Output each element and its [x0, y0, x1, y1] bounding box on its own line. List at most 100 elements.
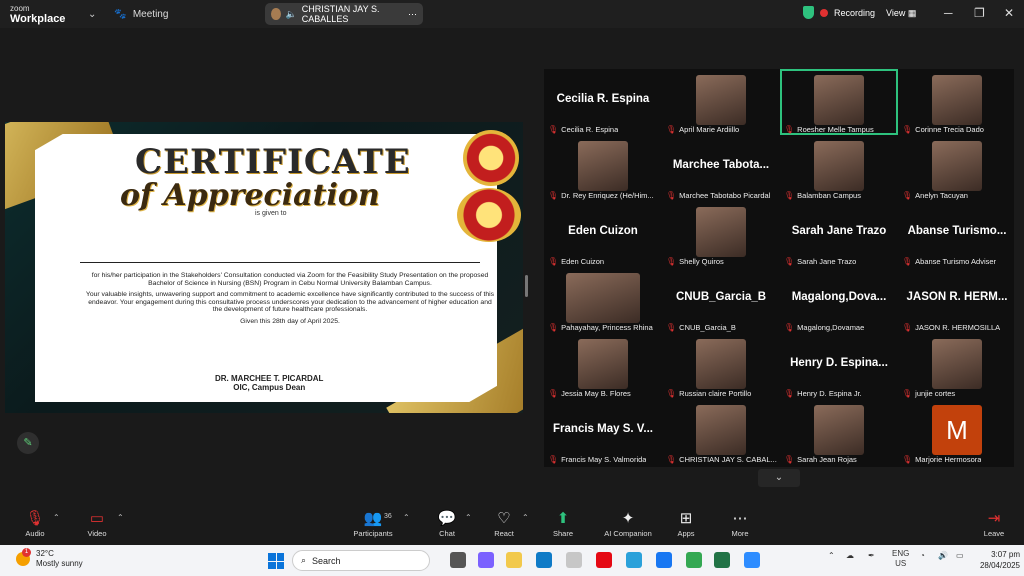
participant-tile[interactable]: 🎙 Dr. Rey Enriquez (He/Him... [544, 135, 662, 201]
participant-tile[interactable]: 🎙 Corinne Trecia Dado [898, 69, 1016, 135]
participant-tile[interactable]: Henry D. Espina... 🎙 Henry D. Espina Jr. [780, 333, 898, 399]
participant-name-label: 🎙 CNUB_Garcia_B [666, 323, 736, 332]
participant-video [578, 141, 628, 191]
participant-name: Jessia May B. Flores [561, 389, 631, 398]
participant-name: Cecilia R. Espina [561, 125, 619, 134]
minimize-icon[interactable]: ─ [944, 6, 953, 20]
avatar [271, 8, 281, 20]
participant-tile[interactable]: Francis May S. V... 🎙 Francis May S. Valmo… [544, 399, 662, 465]
recording-indicator[interactable]: Recording [803, 6, 875, 19]
participant-tile[interactable]: Eden Cuizon 🎙 Eden Cuizon [544, 201, 662, 267]
participant-name-label: 🎙 Roesher Melle Tampus [784, 125, 874, 134]
battery-icon[interactable]: ▭ [956, 551, 964, 560]
annotate-icon[interactable]: ✎ [17, 432, 39, 454]
resize-handle[interactable] [525, 275, 528, 297]
share-button[interactable]: ⬆ Share [535, 509, 591, 538]
participant-tile[interactable]: 🎙 CHRISTIAN JAY S. CABAL... [662, 399, 780, 465]
copilot-icon[interactable] [478, 552, 494, 568]
excel-icon[interactable] [714, 552, 730, 568]
certificate-subtitle: of Appreciation [120, 178, 380, 213]
participant-name-label: 🎙 Marchee Tabotabo Picardal [666, 191, 770, 200]
pen-icon[interactable]: ✒ [868, 551, 875, 560]
participant-tile[interactable]: 🎙 Roesher Melle Tampus [780, 69, 898, 135]
mic-muted-icon: 🎙 [902, 323, 913, 332]
participant-tile[interactable]: Magalong,Dova... 🎙 Magalong,Dovamae [780, 267, 898, 333]
participant-name: Corinne Trecia Dado [915, 125, 984, 134]
clock[interactable]: 3:07 pm 28/04/2025 [974, 549, 1020, 571]
participant-display-name: Eden Cuizon [568, 225, 638, 237]
participant-tile[interactable]: 🎙 Pahayahay, Princess Rhina [544, 267, 662, 333]
apps-button[interactable]: ⊞ Apps [658, 509, 714, 538]
file-explorer-icon[interactable] [506, 552, 522, 568]
participant-name-label: 🎙 Francis May S. Valmorida [548, 455, 646, 464]
ai-companion-button[interactable]: ✦ AI Companion [600, 509, 656, 538]
chevron-up-icon[interactable]: ⌃ [117, 513, 124, 522]
zoom-icon[interactable] [744, 552, 760, 568]
messenger-icon[interactable] [656, 552, 672, 568]
university-seal [463, 130, 519, 186]
participant-video [566, 273, 640, 323]
task-view-icon[interactable] [450, 552, 466, 568]
participant-tile[interactable]: 🎙 junjie cortes [898, 333, 1016, 399]
participant-video [578, 339, 628, 389]
participant-video [932, 339, 982, 389]
mic-muted-icon: 🎙 [666, 191, 677, 200]
netflix-icon[interactable] [596, 552, 612, 568]
react-button[interactable]: ♡ React ⌃ [476, 509, 532, 538]
participant-tile[interactable]: Sarah Jane Trazo 🎙 Sarah Jane Trazo [780, 201, 898, 267]
participant-video [696, 207, 746, 257]
chevron-up-icon[interactable]: ⌃ [465, 513, 472, 522]
participant-name-label: 🎙 Cecilia R. Espina [548, 125, 618, 134]
participant-tile[interactable]: 🎙 Sarah Jean Rojas [780, 399, 898, 465]
participant-tile[interactable]: JASON R. HERM... 🎙 JASON R. HERMOSILLA [898, 267, 1016, 333]
video-button[interactable]: ▭ Video ⌃ [69, 509, 125, 538]
chrome-icon[interactable] [686, 552, 702, 568]
chevron-up-icon[interactable]: ⌃ [828, 551, 835, 560]
restore-icon[interactable]: ❐ [974, 6, 985, 20]
meeting-menu[interactable]: 🐾 Meeting [114, 9, 168, 20]
sharing-indicator[interactable]: 🔈 CHRISTIAN JAY S. CABALLES ⋯ [265, 3, 423, 25]
wifi-icon[interactable]: ◔ [920, 551, 925, 560]
chevron-up-icon[interactable]: ⌃ [53, 513, 60, 522]
telegram-icon[interactable] [626, 552, 642, 568]
campus-seal [457, 188, 521, 242]
participants-button[interactable]: 👥 Participants 36 ⌃ [345, 509, 409, 538]
more-button[interactable]: ⋯ More [712, 509, 768, 538]
chevron-up-icon[interactable]: ⌃ [403, 513, 410, 522]
leave-button[interactable]: ⇥ Leave [966, 509, 1022, 538]
participant-tile[interactable]: 🎙 Shelly Quiros [662, 201, 780, 267]
more-options-icon[interactable]: ⋯ [408, 9, 417, 20]
participant-name: junjie cortes [915, 389, 956, 398]
participant-display-name: Francis May S. V... [553, 423, 653, 435]
mic-muted-icon: 🎙 [902, 455, 913, 464]
participant-tile[interactable]: 🎙 Balamban Campus [780, 135, 898, 201]
edge-icon[interactable] [536, 552, 552, 568]
chevron-up-icon[interactable]: ⌃ [522, 513, 529, 522]
participant-tile[interactable]: Abanse Turismo... 🎙 Abanse Turismo Adviser [898, 201, 1016, 267]
participant-name: CHRISTIAN JAY S. CABAL... [679, 455, 777, 464]
participant-name-label: 🎙 Balamban Campus [784, 191, 861, 200]
participant-name: Anelyn Tacuyan [915, 191, 968, 200]
volume-icon[interactable]: 🔊 [938, 551, 948, 560]
language-indicator[interactable]: ENG US [892, 549, 909, 569]
chat-button[interactable]: 💬 Chat ⌃ [419, 509, 475, 538]
participant-tile[interactable]: Cecilia R. Espina 🎙 Cecilia R. Espina [544, 69, 662, 135]
chevron-down-icon[interactable]: ⌄ [758, 469, 800, 487]
participant-tile[interactable]: Marchee Tabota... 🎙 Marchee Tabotabo Picar… [662, 135, 780, 201]
participant-tile[interactable]: CNUB_Garcia_B 🎙 CNUB_Garcia_B [662, 267, 780, 333]
participant-tile[interactable]: 🎙 April Marie Ardiillo [662, 69, 780, 135]
meeting-toolbar: 🎙 Audio ⌃ ▭ Video ⌃ 👥 Participants 36 ⌃ 💬 Chat ⌃ … [0, 505, 1024, 545]
participant-name: Roesher Melle Tampus [797, 125, 874, 134]
cloud-icon[interactable]: ☁ [846, 551, 854, 560]
search-box[interactable]: ⌕ Search [292, 550, 430, 571]
view-button[interactable]: View ▦ [886, 8, 916, 19]
audio-button[interactable]: 🎙 Audio ⌃ [7, 509, 63, 538]
participant-tile[interactable]: 🎙 Russian claire Portillo [662, 333, 780, 399]
start-button[interactable] [268, 553, 284, 569]
store-icon[interactable] [566, 552, 582, 568]
participant-tile[interactable]: 🎙 Jessia May B. Flores [544, 333, 662, 399]
participant-tile[interactable]: M 🎙 Marjorie Hermosora [898, 399, 1016, 465]
chevron-down-icon[interactable]: ⌄ [88, 9, 96, 20]
close-icon[interactable]: ✕ [1004, 6, 1014, 20]
participant-tile[interactable]: 🎙 Anelyn Tacuyan [898, 135, 1016, 201]
